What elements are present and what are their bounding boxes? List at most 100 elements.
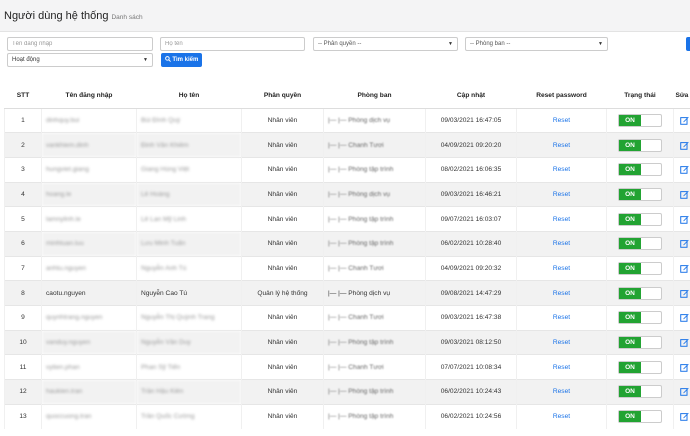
status-toggle[interactable]: ON [618, 138, 662, 152]
role-select[interactable]: -- Phân quyền -- ▼ [313, 37, 458, 51]
reset-password-link[interactable]: Reset [516, 379, 607, 405]
table-row: 2 vankhiem.dinh Đinh Văn Khiêm Nhân viên |— … [4, 132, 690, 158]
cell-department: |— |— Phòng tập trình [323, 156, 426, 183]
department-select[interactable]: -- Phòng ban -- ▼ [465, 37, 608, 51]
cell-role: Nhân viên [241, 156, 324, 183]
cell-fullname: Trần Quốc Cường [136, 403, 242, 429]
reset-password-link[interactable]: Reset [516, 156, 607, 183]
status-toggle-label: ON [619, 337, 641, 349]
edit-icon[interactable] [680, 141, 689, 150]
status-toggle-label: ON [619, 262, 641, 274]
cell-updated: 06/02/2021 10:24:43 [425, 379, 517, 405]
cell-updated: 08/02/2021 16:06:35 [425, 156, 517, 183]
status-toggle[interactable]: ON [618, 336, 662, 350]
edit-icon[interactable] [680, 165, 689, 174]
reset-password-link[interactable]: Reset [516, 132, 607, 158]
cell-status: ON [606, 329, 674, 355]
cell-status: ON [606, 206, 674, 232]
cell-status: ON [606, 132, 674, 158]
edit-icon[interactable] [680, 215, 689, 224]
department-text: |— |— Phòng dịch vụ [328, 116, 391, 124]
reset-password-link[interactable]: Reset [516, 403, 607, 429]
table-row: 5 lamnylinh.le Lê Lan Mỹ Linh Nhân viên |— |… [4, 206, 690, 232]
department-text: |— |— Phòng tập trình [328, 413, 394, 421]
reset-password-link[interactable]: Reset [516, 107, 607, 133]
status-toggle[interactable]: ON [618, 113, 662, 127]
header-reset-password: Reset password [516, 83, 607, 109]
cell-role: Nhân viên [241, 181, 324, 207]
department-text: |— |— Phòng tập trình [328, 240, 394, 248]
cell-fullname: Lê Hoàng [136, 181, 242, 207]
page-subtitle: Danh sách [111, 14, 143, 21]
users-table: STT Tên đăng nhập Họ tên Phân quyền Phòn… [4, 83, 690, 429]
edit-icon[interactable] [680, 387, 689, 397]
cell-updated: 06/02/2021 10:28:40 [425, 230, 517, 257]
cell-fullname: Giang Hùng Việt [136, 156, 242, 183]
status-toggle[interactable]: ON [618, 410, 662, 424]
edit-icon[interactable] [680, 412, 689, 422]
edit-icon[interactable] [680, 313, 689, 323]
reset-password-link[interactable]: Reset [516, 280, 607, 306]
department-text: |— |— Phòng tập trình [328, 388, 394, 396]
table-row: 4 hoang.le Lê Hoàng Nhân viên |— |— Phòng dị… [4, 181, 690, 207]
add-user-button[interactable] [686, 37, 690, 51]
cell-department: |— |— Phòng tập trình [323, 329, 426, 355]
cell-updated: 06/02/2021 10:24:56 [425, 403, 517, 429]
header-status: Trạng thái [606, 83, 674, 109]
username-input[interactable] [7, 37, 153, 51]
cell-username: minhtuan.luu [41, 230, 137, 257]
role-select-value: -- Phân quyền -- [318, 41, 362, 47]
edit-icon[interactable] [680, 363, 689, 372]
search-button[interactable]: Tìm kiếm [161, 53, 202, 67]
reset-password-link[interactable]: Reset [516, 206, 607, 232]
status-toggle[interactable]: ON [618, 212, 662, 226]
table-header-row: STT Tên đăng nhập Họ tên Phân quyền Phòn… [4, 83, 690, 109]
reset-password-link[interactable]: Reset [516, 255, 607, 281]
edit-icon[interactable] [680, 289, 689, 298]
edit-icon[interactable] [680, 264, 689, 273]
status-toggle-label: ON [619, 361, 641, 373]
status-toggle[interactable]: ON [618, 163, 662, 177]
cell-role: Nhân viên [241, 132, 324, 158]
chevron-down-icon: ▼ [448, 41, 453, 47]
status-toggle[interactable]: ON [618, 385, 662, 399]
cell-username: haukien.tran [41, 379, 137, 405]
reset-password-link[interactable]: Reset [516, 305, 607, 331]
edit-icon[interactable] [680, 338, 689, 347]
reset-password-link[interactable]: Reset [516, 354, 607, 380]
edit-icon[interactable] [680, 239, 689, 249]
status-toggle[interactable]: ON [618, 237, 662, 251]
cell-username: vankhiem.dinh [41, 132, 137, 158]
cell-fullname: Trần Hậu Kiên [136, 379, 242, 405]
table-row: 7 anhtu.nguyen Nguyễn Anh Tú Nhân viên |— |—… [4, 255, 690, 281]
status-select-value: Hoạt động [12, 57, 40, 63]
status-select[interactable]: Hoạt động ▼ [7, 53, 153, 67]
cell-updated: 09/07/2021 16:03:07 [425, 206, 517, 232]
cell-updated: 09/03/2021 08:12:50 [425, 329, 517, 355]
cell-department: |— |— Phòng dịch vụ [323, 181, 426, 207]
reset-password-link[interactable]: Reset [516, 329, 607, 355]
status-toggle[interactable]: ON [618, 360, 662, 374]
reset-password-link[interactable]: Reset [516, 230, 607, 257]
header-fullname: Họ tên [136, 83, 242, 109]
cell-stt: 10 [4, 329, 42, 355]
status-toggle[interactable]: ON [618, 311, 662, 325]
reset-password-link[interactable]: Reset [516, 181, 607, 207]
cell-fullname: Lê Lan Mỹ Linh [136, 206, 242, 232]
edit-icon[interactable] [680, 116, 689, 125]
cell-department: |— |— Phòng tập trình [323, 403, 426, 429]
fullname-input[interactable] [160, 37, 305, 51]
filter-area: -- Phân quyền -- ▼ -- Phòng ban -- ▼ Hoạ… [0, 32, 690, 70]
status-toggle[interactable]: ON [618, 187, 662, 201]
department-text: |— |— Chanh Tươi [328, 264, 384, 272]
edit-icon[interactable] [680, 190, 689, 199]
cell-updated: 04/09/2021 09:20:20 [425, 132, 517, 158]
status-toggle[interactable]: ON [618, 286, 662, 300]
cell-username: caotu.nguyen [41, 280, 137, 306]
status-toggle[interactable]: ON [618, 261, 662, 275]
table-row: 3 hungviet.giang Giang Hùng Việt Nhân viên |… [4, 156, 690, 183]
status-toggle-label: ON [619, 213, 641, 225]
status-toggle-label: ON [619, 312, 641, 324]
cell-role: Nhân viên [241, 354, 324, 380]
table-row: 9 quynhtrang.nguyen Nguyễn Thị Quỳnh Trang… [4, 305, 690, 331]
